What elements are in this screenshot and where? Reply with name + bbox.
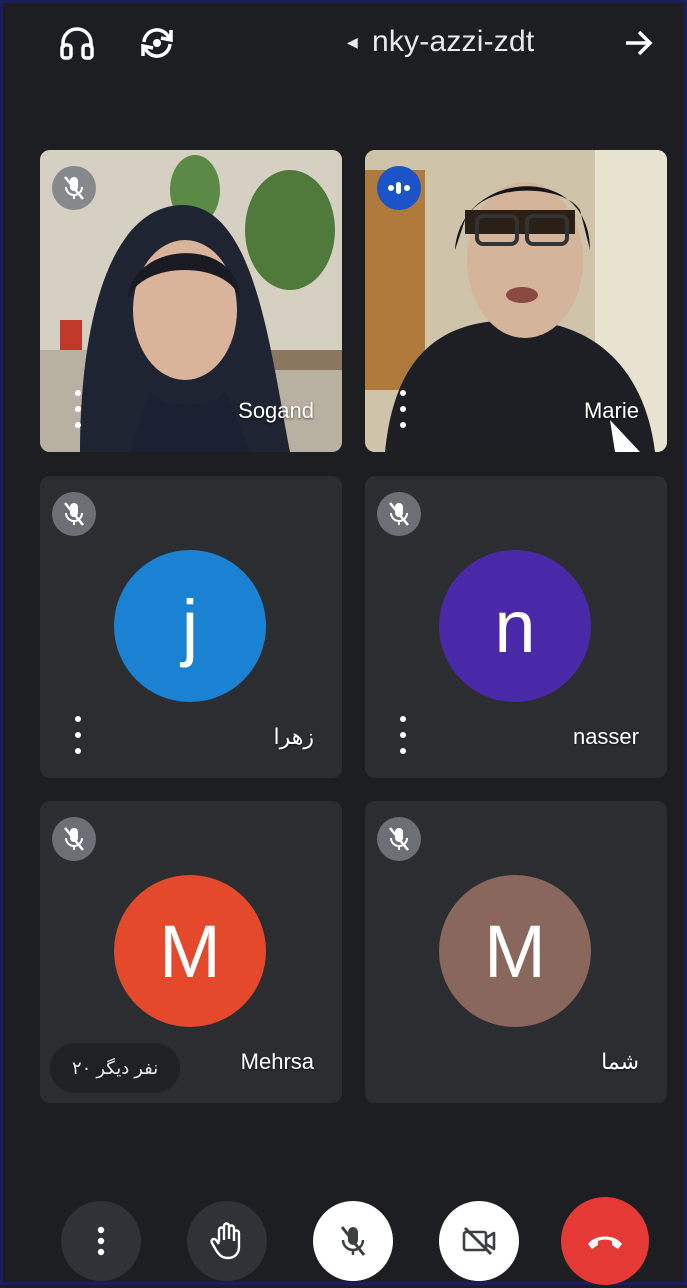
participant-tile-sogand[interactable]: Sogand [40, 150, 342, 452]
participant-name: شما [601, 1049, 639, 1074]
participant-tile-zahra[interactable]: j زهرا [40, 476, 342, 778]
mic-off-icon [52, 817, 96, 861]
more-participants-button[interactable]: ۲۰ نفر دیگر [50, 1043, 181, 1093]
avatar: M [439, 875, 591, 1027]
participant-tile-marie[interactable]: Marie [365, 150, 667, 452]
avatar: M [114, 875, 266, 1027]
caret-left-icon: ◀ [347, 33, 358, 50]
mic-off-icon [52, 166, 96, 210]
meeting-code-button[interactable]: ◀ nky-azzi-zdt [347, 21, 534, 63]
end-call-icon[interactable] [561, 1197, 649, 1285]
participant-name: Mehrsa [240, 1049, 314, 1074]
mic-off-icon[interactable] [313, 1201, 393, 1281]
more-options-icon[interactable] [393, 390, 413, 428]
mic-off-icon [377, 492, 421, 536]
meeting-code: nky-azzi-zdt [371, 25, 535, 58]
participant-tile-you[interactable]: M شما [365, 801, 667, 1103]
participant-name: زهرا [273, 724, 314, 749]
participant-tile-mehrsa[interactable]: M ۲۰ نفر دیگر Mehrsa [40, 801, 342, 1103]
more-options-icon[interactable] [68, 716, 88, 754]
more-vert-icon[interactable] [61, 1201, 141, 1281]
more-options-icon[interactable] [393, 716, 413, 754]
participant-name: Sogand [238, 398, 314, 423]
participant-name: nasser [572, 724, 639, 749]
call-controls [3, 1193, 684, 1288]
more-options-icon[interactable] [68, 390, 88, 428]
video-off-icon[interactable] [439, 1201, 519, 1281]
raise-hand-icon[interactable] [187, 1201, 267, 1281]
top-bar: ◀ nky-azzi-zdt [3, 3, 684, 83]
mic-off-icon [377, 817, 421, 861]
avatar: n [439, 550, 591, 702]
mic-off-icon [52, 492, 96, 536]
participant-tile-nasser[interactable]: n nasser [365, 476, 667, 778]
arrow-right-icon[interactable] [617, 23, 661, 63]
switch-camera-icon[interactable] [135, 23, 179, 63]
headphones-icon[interactable] [55, 23, 99, 63]
avatar: j [114, 550, 266, 702]
participant-name: Marie [583, 398, 639, 423]
speaking-indicator-icon [377, 166, 421, 210]
